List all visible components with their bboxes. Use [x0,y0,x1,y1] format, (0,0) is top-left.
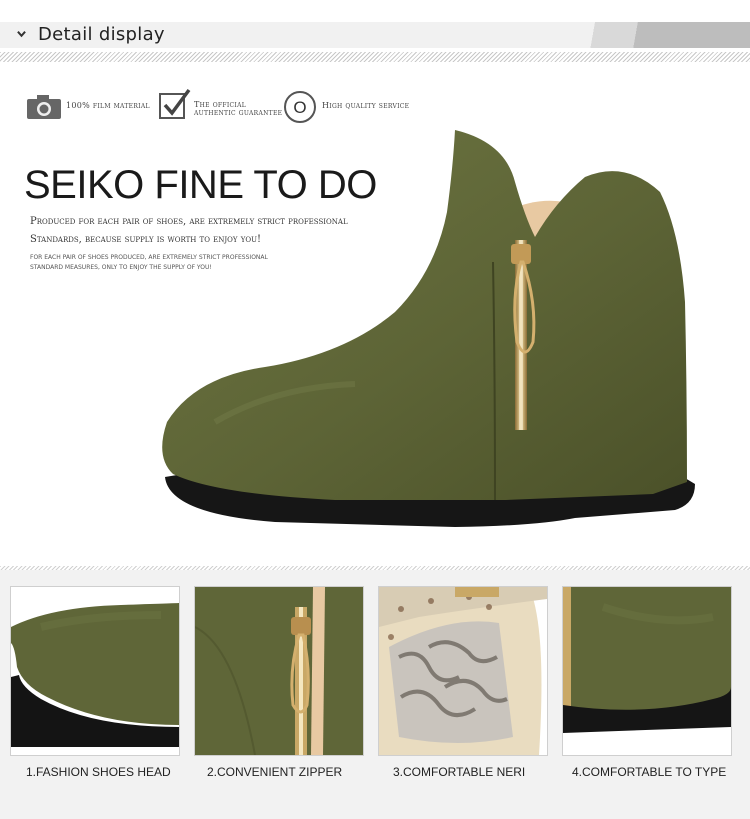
caption-shoe-head: 1.FASHION SHOES HEAD [26,765,171,779]
camera-icon [27,95,61,119]
shoe-head-image [11,587,179,755]
badge-label-film: 100% film material [66,101,150,110]
header-title: Detail display [38,24,165,45]
thumbnail-zipper[interactable] [194,586,364,756]
badge-label-guarantee: The official authentic guarantee [194,100,283,117]
header-divider [0,52,750,62]
caption-lining: 3.COMFORTABLE NERI [393,765,526,779]
lining-image [379,587,547,755]
checkmark-icon [159,88,191,119]
hero-boot-image [162,130,695,527]
section-header: Detail display [0,22,750,48]
zipper-image [195,587,363,755]
caption-comfort: 4.COMFORTABLE TO TYPE [572,765,727,779]
header-decoration [560,22,750,48]
svg-text:O: O [293,98,306,117]
caption-zipper: 2.CONVENIENT ZIPPER [207,765,343,779]
badge-label-service: High quality service [322,101,410,110]
thumbnail-heel[interactable] [562,586,732,756]
thumbnail-lining[interactable] [378,586,548,756]
thumbnail-shoe-head[interactable] [10,586,180,756]
heel-image [563,587,731,755]
letter-o-icon: O [284,91,316,123]
chevron-down-icon [17,31,26,38]
